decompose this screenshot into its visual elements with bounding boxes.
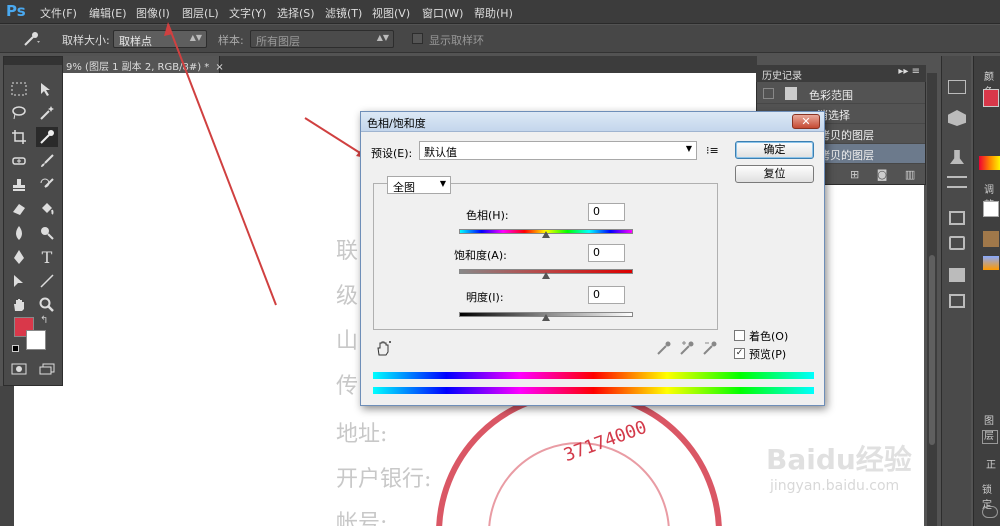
chevron-down-icon: ▼: [685, 144, 692, 153]
lightness-label: 明度(I):: [466, 291, 504, 304]
close-button[interactable]: ✕: [792, 114, 820, 129]
lightness-slider-knob[interactable]: [542, 314, 550, 321]
adjustment-group: [373, 183, 718, 330]
hue-slider-knob[interactable]: [542, 231, 550, 238]
hue-label: 色相(H):: [466, 209, 509, 222]
chevron-down-icon: ▼: [439, 179, 446, 188]
channel-select[interactable]: 全图 ▼: [387, 176, 451, 194]
hue-input[interactable]: 0: [588, 203, 625, 221]
saturation-slider-knob[interactable]: [542, 272, 550, 279]
dialog-title: 色相/饱和度: [367, 117, 426, 130]
ok-button[interactable]: 确定: [735, 141, 814, 159]
saturation-label: 饱和度(A):: [454, 249, 507, 262]
preview-label: 预览(P): [749, 348, 787, 361]
on-image-adjust-icon[interactable]: [375, 340, 393, 356]
eyedropper-add-icon[interactable]: [679, 340, 695, 356]
saturation-input[interactable]: 0: [588, 244, 625, 262]
reset-button[interactable]: 复位: [735, 165, 814, 183]
preview-checkbox[interactable]: ✓: [734, 348, 745, 359]
colorize-checkbox[interactable]: [734, 330, 745, 341]
input-color-bar: [373, 372, 814, 379]
hue-saturation-dialog: 色相/饱和度 ✕ 预设(E): 默认值 ▼ ⁝≡ 确定 复位 全图 ▼ 色相(H…: [360, 111, 825, 406]
channel-value: 全图: [393, 181, 415, 194]
eyedropper-icon[interactable]: [656, 340, 672, 356]
eyedropper-subtract-icon[interactable]: [702, 340, 718, 356]
dialog-title-bar[interactable]: 色相/饱和度: [361, 112, 824, 132]
preset-select[interactable]: 默认值 ▼: [419, 141, 697, 160]
preset-label: 预设(E):: [371, 147, 413, 160]
output-color-bar: [373, 387, 814, 394]
preset-options-icon[interactable]: ⁝≡: [706, 144, 719, 157]
lightness-input[interactable]: 0: [588, 286, 625, 304]
colorize-label: 着色(O): [749, 330, 789, 343]
preset-value: 默认值: [424, 146, 457, 159]
